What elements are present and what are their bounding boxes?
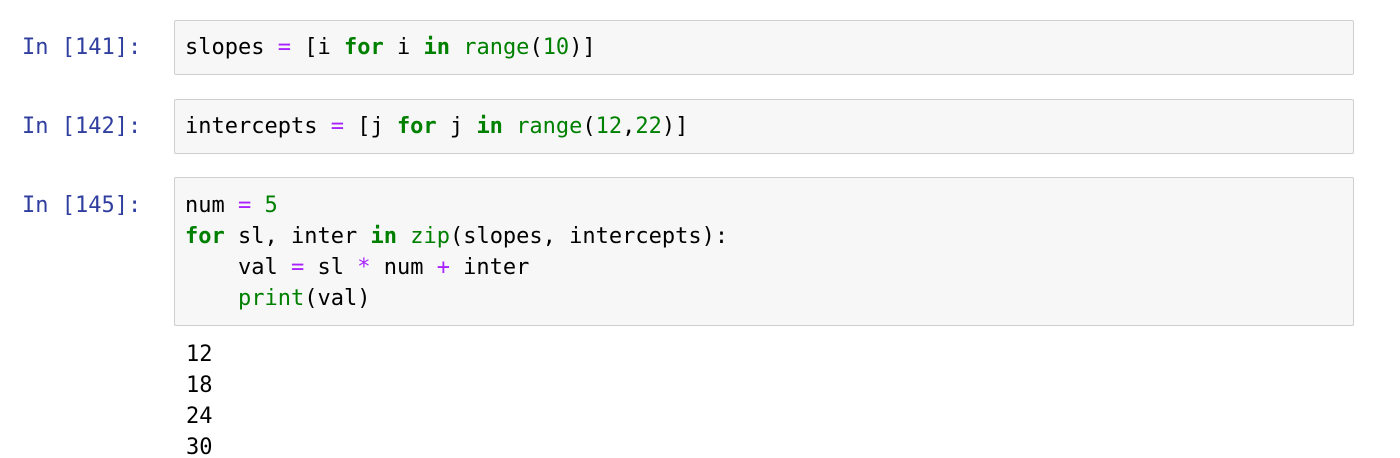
code-token: (val) xyxy=(304,286,371,311)
code-token: ( xyxy=(529,35,543,60)
code-token: ( xyxy=(582,114,596,139)
code-line: val = sl * num + inter xyxy=(185,252,529,283)
code-token: 22 xyxy=(635,114,662,139)
output-line: 18 xyxy=(186,373,213,398)
code-token: num xyxy=(185,193,238,218)
cell-prompt: In [142]: xyxy=(22,114,142,139)
cell-prompt: In [145]: xyxy=(22,193,142,218)
code-token: print xyxy=(237,286,305,311)
code-token: in xyxy=(370,224,397,249)
code-token: range xyxy=(516,114,583,139)
code-token: 5 xyxy=(264,193,278,218)
code-token: i xyxy=(383,35,424,60)
code-token: j xyxy=(436,114,477,139)
code-token: slopes xyxy=(185,35,278,60)
code-token: = xyxy=(237,193,252,218)
code-token: sl, inter xyxy=(224,224,371,249)
code-token: = xyxy=(330,114,344,139)
code-token: = xyxy=(290,255,305,280)
code-line: slopes = [i for i in range(10)] xyxy=(185,32,596,63)
code-input-area[interactable]: slopes = [i for i in range(10)] xyxy=(174,20,1354,75)
code-token: sl xyxy=(304,255,358,280)
code-token: 12 xyxy=(595,114,623,139)
code-token: for xyxy=(185,224,225,249)
code-input-area[interactable]: intercepts = [j for j in range(12,22)] xyxy=(174,99,1354,154)
code-token: [i xyxy=(290,35,344,60)
code-line: for sl, inter in zip(slopes, intercepts)… xyxy=(185,221,728,252)
code-line: num = 5 xyxy=(185,190,278,221)
code-line: print(val) xyxy=(185,283,370,314)
output-line: 24 xyxy=(186,404,213,429)
code-token: , xyxy=(622,114,636,139)
cell-prompt: In [141]: xyxy=(22,35,142,60)
code-token: val xyxy=(185,255,291,280)
code-token: * xyxy=(357,255,371,280)
code-token: + xyxy=(436,255,450,280)
output-line: 30 xyxy=(186,435,213,458)
code-token: = xyxy=(277,35,291,60)
code-token: intercepts xyxy=(185,114,331,139)
code-token: 10 xyxy=(542,35,570,60)
code-token: in xyxy=(423,35,450,60)
code-token: for xyxy=(396,114,437,139)
output-line: 12 xyxy=(186,342,213,367)
code-token: [j xyxy=(343,114,397,139)
code-token: num xyxy=(370,255,437,280)
code-token: )] xyxy=(661,114,689,139)
code-input-area[interactable]: num = 5 for sl, inter in zip(slopes, int… xyxy=(174,177,1354,326)
code-token: in xyxy=(476,114,503,139)
code-token: for xyxy=(343,35,384,60)
code-token: (slopes, intercepts): xyxy=(449,224,729,249)
code-line: intercepts = [j for j in range(12,22)] xyxy=(185,111,688,142)
code-token: )] xyxy=(569,35,596,60)
code-token: zip xyxy=(410,224,450,249)
code-token: range xyxy=(463,35,530,60)
code-token: inter xyxy=(449,255,530,280)
